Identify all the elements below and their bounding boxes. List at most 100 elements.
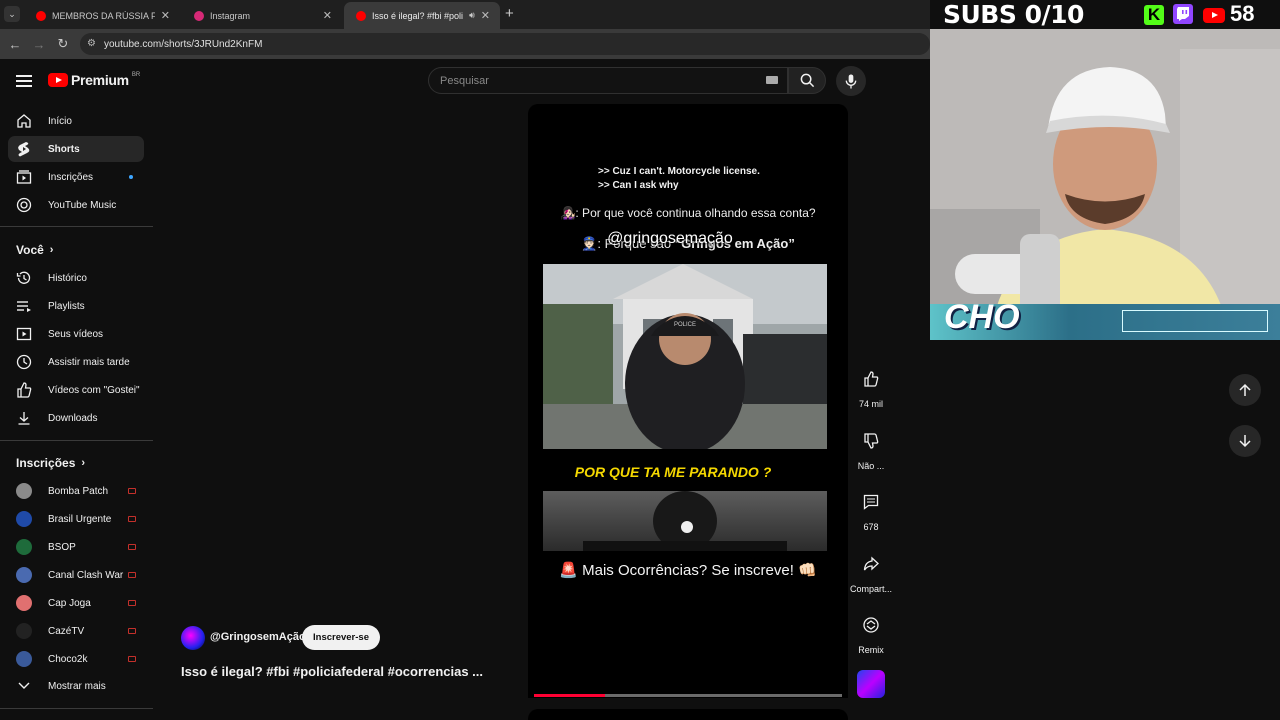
sidebar-divider	[0, 226, 153, 227]
channel-label: Cap Joga	[48, 597, 91, 609]
sidebar-divider	[0, 708, 153, 709]
audio-playing-icon[interactable]: 🔊︎	[469, 10, 475, 21]
channel-avatar[interactable]	[181, 626, 205, 650]
shorts-icon	[16, 141, 32, 157]
new-tab-button[interactable]: +	[505, 5, 514, 22]
audio-source-thumbnail[interactable]	[857, 670, 885, 698]
voice-search-button[interactable]	[836, 66, 866, 96]
comment-icon	[855, 486, 887, 518]
keyboard-icon[interactable]	[766, 76, 778, 84]
person-emoji-icon: 👩🏻‍🎤	[560, 206, 576, 220]
site-info-icon[interactable]: ⚙	[87, 38, 96, 49]
tab-current-short[interactable]: Isso é ilegal? #fbi #policiafe 🔊︎ ✕	[344, 2, 500, 29]
sidebar-item-playlists[interactable]: Playlists	[8, 293, 144, 319]
live-icon	[128, 544, 136, 550]
dislike-button[interactable]: Não ...	[848, 425, 894, 471]
sidebar-item-label: Histórico	[48, 272, 87, 284]
sidebar-channel-cap-joga[interactable]: Cap Joga	[8, 590, 144, 616]
forward-icon[interactable]: →	[27, 37, 51, 52]
channel-label: Canal Clash War	[48, 569, 124, 581]
live-icon	[128, 516, 136, 522]
section-you[interactable]: Você ›	[16, 243, 53, 257]
handle-overlay-text: @gringosemação	[607, 230, 733, 247]
progress-bar[interactable]	[534, 694, 605, 697]
browser-tab-bar: ⌄ MEMBROS DA RÚSSIA FORÇAR ✕ Instagram ✕…	[0, 0, 930, 29]
section-subscriptions[interactable]: Inscrições ›	[16, 456, 85, 470]
sidebar-item-youtube-music[interactable]: YouTube Music	[8, 192, 144, 218]
comments-button[interactable]: 678	[848, 486, 894, 532]
close-tab-icon[interactable]: ✕	[481, 9, 490, 22]
arrow-up-icon	[1239, 383, 1251, 396]
sidebar-channel-brasil-urgente[interactable]: Brasil Urgente	[8, 506, 144, 532]
reload-icon[interactable]: ↻	[51, 36, 75, 52]
channel-label: BSOP	[48, 541, 76, 553]
tab-russia[interactable]: MEMBROS DA RÚSSIA FORÇAR ✕	[24, 2, 180, 29]
tab-search-chevron-icon[interactable]: ⌄	[4, 6, 20, 22]
show-more-label: Mostrar mais	[48, 680, 106, 692]
sidebar-item-inicio[interactable]: Início	[8, 108, 144, 134]
sidebar-item-downloads[interactable]: Downloads	[8, 405, 144, 431]
show-more-button[interactable]: Mostrar mais	[8, 673, 144, 699]
close-tab-icon[interactable]: ✕	[323, 9, 332, 22]
tab-instagram[interactable]: Instagram ✕	[182, 2, 342, 29]
sidebar-item-label: Seus vídeos	[48, 328, 104, 340]
close-tab-icon[interactable]: ✕	[161, 9, 170, 22]
sidebar-item-videos-com-gostei[interactable]: Vídeos com "Gostei"	[8, 377, 144, 403]
chevron-down-icon	[16, 678, 32, 694]
history-icon	[16, 270, 32, 286]
channel-name[interactable]: @GringosemAção	[210, 631, 306, 643]
sidebar-channel-canal-clash-war[interactable]: Canal Clash War	[8, 562, 144, 588]
live-icon	[128, 656, 136, 662]
playlists-icon	[16, 298, 32, 314]
youtube-favicon-icon	[36, 10, 46, 21]
question-line: 👩🏻‍🎤: Por que você continua olhando essa…	[528, 206, 848, 220]
next-short-preview[interactable]	[528, 709, 848, 720]
dislike-icon	[855, 425, 887, 457]
youtube-favicon-icon	[356, 10, 366, 21]
sidebar-item-seus-videos[interactable]: Seus vídeos	[8, 321, 144, 347]
video-frame-police: POLICE	[543, 264, 827, 449]
video-frame-2-image	[583, 491, 787, 551]
sidebar-channel-bsop[interactable]: BSOP	[8, 534, 144, 560]
search-button[interactable]	[788, 67, 826, 94]
live-icon	[128, 572, 136, 578]
sidebar-channel-cazetv[interactable]: CazéTV	[8, 618, 144, 644]
sidebar-item-assistir-mais-tarde[interactable]: Assistir mais tarde	[8, 349, 144, 375]
sidebar-item-shorts[interactable]: Shorts	[8, 136, 144, 162]
webcam-feed	[930, 29, 1280, 340]
sidebar-item-label: Vídeos com "Gostei"	[48, 384, 140, 396]
address-bar[interactable]: ⚙ youtube.com/shorts/3JRUnd2KnFM	[80, 33, 930, 55]
name-bar-frame	[1122, 310, 1268, 332]
clap-emoji-icon: 👊🏻	[798, 562, 817, 579]
short-title[interactable]: Isso é ilegal? #fbi #policiafederal #oco…	[181, 664, 483, 679]
sidebar-item-historico[interactable]: Histórico	[8, 265, 144, 291]
country-code: BR	[131, 72, 141, 78]
youtube-play-icon	[48, 73, 68, 87]
sidebar-channel-bomba-patch[interactable]: Bomba Patch	[8, 478, 144, 504]
sidebar-channel-choco2k[interactable]: Choco2k	[8, 646, 144, 672]
channel-label: Bomba Patch	[48, 485, 109, 497]
youtube-premium-logo[interactable]: Premium BR	[48, 72, 140, 88]
sidebar-item-inscricoes[interactable]: Inscrições	[8, 164, 144, 190]
youtube-icon	[1203, 8, 1225, 23]
remix-button[interactable]: Remix	[848, 609, 894, 655]
previous-short-button[interactable]	[1229, 374, 1261, 406]
police-officer-image: POLICE	[543, 264, 827, 449]
back-icon[interactable]: ←	[3, 37, 27, 52]
music-icon	[16, 197, 32, 213]
short-video-player[interactable]: >> Cuz I can't. Motorcycle license. >> C…	[528, 104, 848, 698]
sidebar-item-label: YouTube Music	[48, 199, 117, 211]
your-videos-icon	[16, 326, 32, 342]
browser-toolbar: ← → ↻ ⚙ youtube.com/shorts/3JRUnd2KnFM	[0, 29, 930, 59]
next-short-button[interactable]	[1229, 425, 1261, 457]
channel-avatar	[16, 623, 32, 639]
menu-icon[interactable]	[16, 72, 32, 88]
subscribe-button[interactable]: Inscrever-se	[302, 625, 380, 650]
instagram-favicon-icon	[194, 10, 204, 21]
share-button[interactable]: Compart...	[848, 548, 894, 594]
like-button[interactable]: 74 mil	[848, 363, 894, 409]
channel-avatar	[16, 567, 32, 583]
channel-avatar	[16, 651, 32, 667]
sidebar-item-label: Assistir mais tarde	[48, 356, 130, 368]
search-input[interactable]: Pesquisar	[428, 67, 788, 94]
